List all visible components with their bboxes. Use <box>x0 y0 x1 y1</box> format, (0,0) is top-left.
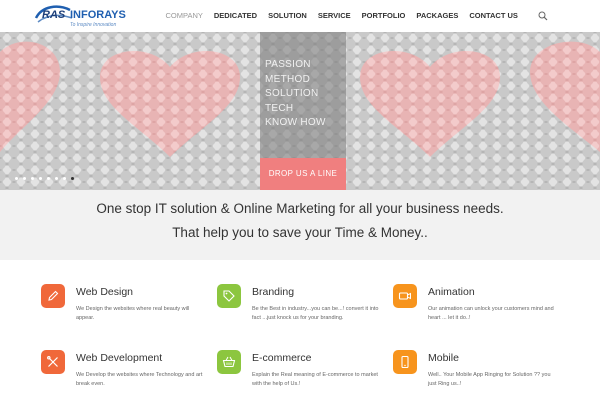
service-title: Branding <box>252 286 295 298</box>
drop-us-a-line-button[interactable]: DROP US A LINE <box>260 158 346 190</box>
tools-icon <box>47 356 58 367</box>
slider-dot[interactable] <box>23 177 26 180</box>
hero-slider: PASSION METHOD SOLUTION TECH KNOW HOW DR… <box>0 32 600 190</box>
slider-dot[interactable] <box>63 177 66 180</box>
slider-dot[interactable] <box>31 177 34 180</box>
tagline-section: One stop IT solution & Online Marketing … <box>0 190 600 260</box>
shopping-basket-icon <box>222 356 236 368</box>
video-camera-icon <box>398 292 411 300</box>
top-navbar: RAS INFORAYS To Inspire Innovation COMPA… <box>0 0 600 32</box>
pencil-icon <box>48 290 59 301</box>
tagline-line-1: One stop IT solution & Online Marketing … <box>96 201 504 216</box>
slider-pagination <box>15 177 79 180</box>
nav-item-portfolio[interactable]: PORTFOLIO <box>356 0 411 32</box>
hero-word: PASSION <box>265 59 311 70</box>
hero-word: KNOW HOW <box>265 117 326 128</box>
service-description: Our animation can unlock your customers … <box>428 306 554 321</box>
service-icon-box <box>393 350 417 374</box>
service-icon-box <box>393 284 417 308</box>
search-icon[interactable] <box>538 11 548 21</box>
main-menu: COMPANY DEDICATED SOLUTION SERVICE PORTF… <box>160 0 523 32</box>
service-icon-box <box>41 350 65 374</box>
service-title: Web Design <box>76 286 134 298</box>
nav-item-company[interactable]: COMPANY <box>160 0 208 32</box>
nav-item-service[interactable]: SERVICE <box>312 0 356 32</box>
hero-word: METHOD <box>265 73 311 85</box>
logo-name: INFORAYS <box>70 9 126 21</box>
nav-item-contact-us[interactable]: CONTACT US <box>464 0 524 32</box>
slider-dot[interactable] <box>15 177 18 180</box>
service-icon-box <box>217 284 241 308</box>
service-icon-box <box>217 350 241 374</box>
slider-dot[interactable] <box>55 177 58 180</box>
logo-tagline: To Inspire Innovation <box>70 22 117 28</box>
nav-item-solution[interactable]: SOLUTION <box>263 0 313 32</box>
logo[interactable]: RAS INFORAYS To Inspire Innovation <box>34 4 144 28</box>
tag-icon <box>223 290 235 302</box>
service-description: Be the Best in industry...you can be...!… <box>252 306 379 321</box>
service-title: E-commerce <box>252 352 312 364</box>
tagline-line-2: That help you to save your Time & Money.… <box>172 225 428 240</box>
slider-dot[interactable] <box>39 177 42 180</box>
nav-item-packages[interactable]: PACKAGES <box>411 0 464 32</box>
hero-word: SOLUTION <box>265 88 319 99</box>
service-icon-box <box>41 284 65 308</box>
logo-prefix: RAS <box>42 9 66 21</box>
service-title: Mobile <box>428 352 459 364</box>
slider-dot-active[interactable] <box>71 177 74 180</box>
service-description: We Design the websites where real beauty… <box>76 306 190 321</box>
service-description: Well.. Your Mobile App Ringing for Solut… <box>428 372 551 387</box>
service-title: Web Development <box>76 352 163 364</box>
service-description: We Develop the websites where Technology… <box>76 372 203 387</box>
service-description: Explain the Real meaning of E-commerce t… <box>252 372 378 387</box>
slider-dot[interactable] <box>47 177 50 180</box>
nav-item-dedicated[interactable]: DEDICATED <box>208 0 262 32</box>
hero-word-list: PASSION METHOD SOLUTION TECH KNOW HOW <box>265 58 326 131</box>
mobile-icon <box>401 355 409 369</box>
service-title: Animation <box>428 286 475 298</box>
hero-word: TECH <box>265 102 294 114</box>
